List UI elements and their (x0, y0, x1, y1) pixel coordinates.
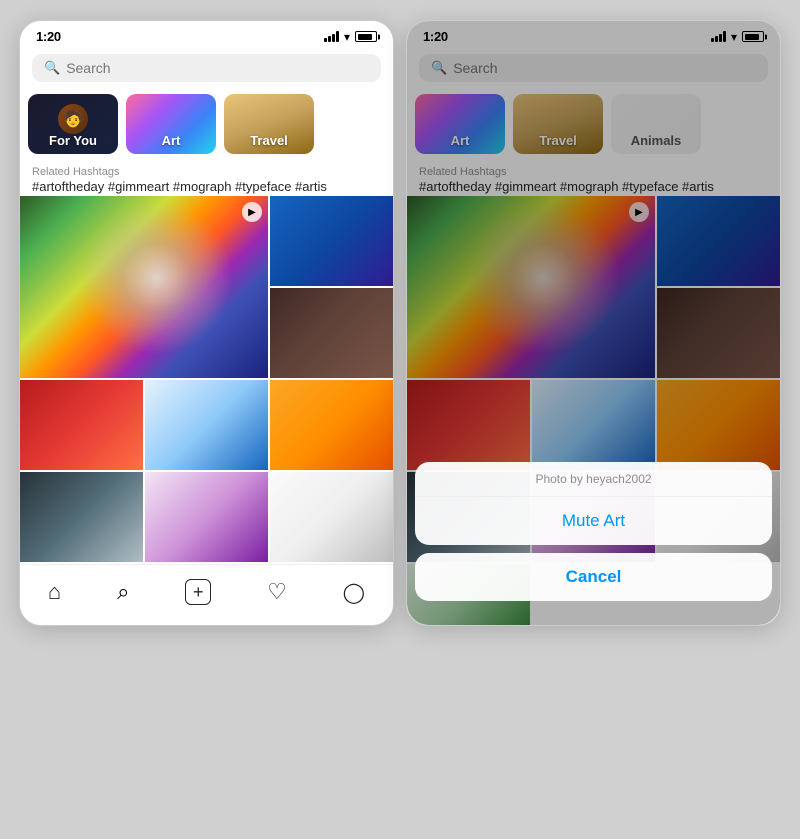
play-icon-left: ▶ (242, 202, 262, 222)
nav-search-left[interactable]: ⌕ (107, 575, 139, 609)
right-phone: 1:20 ▾ 🔍 Art Travel (406, 20, 781, 626)
nav-home-left[interactable]: ⌂ (38, 575, 71, 609)
bottom-nav-left: ⌂ ⌕ + ♡ ◯ (20, 564, 393, 625)
hashtags-label-left: Related Hashtags (32, 166, 381, 178)
action-sheet-overlay: Photo by heyach2002 Mute Art Cancel (407, 21, 780, 625)
grid-cell-2-left[interactable] (270, 196, 393, 286)
related-hashtags-left: Related Hashtags #artoftheday #gimmeart … (20, 162, 393, 196)
grid-cell-3-left[interactable] (270, 288, 393, 378)
signal-icon-left (324, 31, 339, 42)
category-travel-left[interactable]: Travel (224, 94, 314, 154)
category-for-you-label: For You (28, 133, 118, 148)
grid-cell-9-left[interactable] (270, 472, 393, 562)
grid-cell-art-main-left[interactable]: ▶ (20, 196, 268, 378)
mute-art-button[interactable]: Mute Art (415, 497, 772, 545)
search-input-left[interactable] (66, 60, 369, 76)
photo-grid-left: ▶ (20, 196, 393, 564)
search-bar-wrapper-left: 🔍 (20, 48, 393, 90)
categories-left: 🧑 For You Art Travel (20, 90, 393, 162)
grid-cell-7-left[interactable] (20, 472, 143, 562)
hashtags-tags-left: #artoftheday #gimmeart #mograph #typefac… (32, 179, 381, 194)
action-sheet: Photo by heyach2002 Mute Art Cancel (407, 462, 780, 625)
add-icon-left: + (185, 579, 211, 605)
search-icon-left: 🔍 (44, 60, 60, 76)
category-travel-label-left: Travel (224, 133, 314, 148)
search-nav-icon-left: ⌕ (117, 579, 129, 605)
nav-heart-left[interactable]: ♡ (257, 575, 297, 609)
cancel-button[interactable]: Cancel (415, 553, 772, 601)
category-art-left[interactable]: Art (126, 94, 216, 154)
nav-add-left[interactable]: + (175, 575, 221, 609)
category-art-label-left: Art (126, 133, 216, 148)
status-time-left: 1:20 (36, 29, 61, 44)
avatar-for-you: 🧑 (58, 104, 88, 134)
action-sheet-card: Photo by heyach2002 Mute Art (415, 462, 772, 545)
battery-icon-left (355, 31, 377, 42)
left-phone: 1:20 ▾ 🔍 🧑 For You (19, 20, 394, 626)
wifi-icon-left: ▾ (344, 30, 350, 44)
action-sheet-header: Photo by heyach2002 (415, 462, 772, 497)
home-icon-left: ⌂ (48, 579, 61, 605)
search-bar-left[interactable]: 🔍 (32, 54, 381, 82)
grid-cell-8-left[interactable] (145, 472, 268, 562)
category-for-you[interactable]: 🧑 For You (28, 94, 118, 154)
heart-icon-left: ♡ (267, 579, 287, 605)
status-icons-left: ▾ (324, 30, 377, 44)
grid-cell-4-left[interactable] (20, 380, 143, 470)
profile-icon-left: ◯ (343, 580, 365, 605)
status-bar-left: 1:20 ▾ (20, 21, 393, 48)
grid-cell-5-left[interactable] (145, 380, 268, 470)
nav-profile-left[interactable]: ◯ (333, 576, 375, 609)
grid-cell-6-left[interactable] (270, 380, 393, 470)
